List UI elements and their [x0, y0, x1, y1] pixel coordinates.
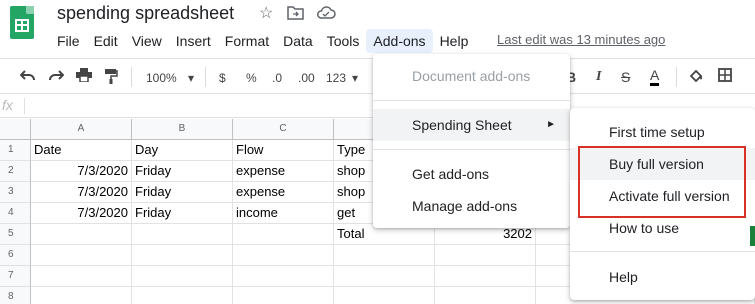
grid-cell[interactable]: [31, 266, 132, 287]
annotation-highlight-box: [578, 146, 746, 218]
submenu-arrow-icon: ►: [546, 119, 556, 130]
menu-edit[interactable]: Edit: [87, 29, 125, 53]
text-color-button[interactable]: A: [650, 68, 660, 86]
grid-cell[interactable]: [435, 287, 536, 304]
star-icon[interactable]: ☆: [259, 5, 273, 23]
menu-file[interactable]: File: [50, 29, 87, 53]
grid-cell[interactable]: [132, 245, 233, 266]
menu-item-get-addons[interactable]: Get add-ons: [373, 158, 570, 190]
menu-view[interactable]: View: [125, 29, 169, 53]
zoom-select[interactable]: 100%: [146, 69, 177, 87]
decrease-decimal-button[interactable]: .0: [272, 69, 282, 87]
menu-item-help[interactable]: Help: [570, 261, 755, 293]
document-title[interactable]: spending spreadsheet: [57, 3, 234, 24]
chevron-down-icon[interactable]: ▾: [352, 69, 358, 87]
print-icon[interactable]: [76, 68, 92, 86]
menu-item-first-time-setup[interactable]: First time setup: [570, 116, 755, 148]
grid-cell[interactable]: 7/3/2020: [31, 182, 132, 203]
grid-cell[interactable]: [334, 245, 435, 266]
menu-help[interactable]: Help: [433, 29, 476, 53]
menu-format[interactable]: Format: [218, 29, 276, 53]
grid-cell[interactable]: [334, 287, 435, 304]
row-header[interactable]: 8: [0, 287, 31, 304]
grid-cell[interactable]: [31, 287, 132, 304]
move-to-folder-icon[interactable]: [287, 5, 304, 25]
row-header[interactable]: 3: [0, 182, 31, 203]
strikethrough-button[interactable]: S: [621, 68, 630, 86]
app-header: spending spreadsheet ☆ File Edit View In…: [0, 0, 755, 58]
grid-cell[interactable]: [132, 266, 233, 287]
grid-cell[interactable]: expense: [233, 182, 334, 203]
menu-insert[interactable]: Insert: [169, 29, 218, 53]
row-header[interactable]: 1: [0, 140, 31, 161]
row-header[interactable]: 5: [0, 224, 31, 245]
grid-cell[interactable]: [435, 245, 536, 266]
column-header-c[interactable]: C: [233, 119, 334, 140]
grid-cell[interactable]: income: [233, 203, 334, 224]
increase-decimal-button[interactable]: .00: [298, 69, 315, 87]
chevron-down-icon[interactable]: ▾: [188, 69, 194, 87]
borders-icon[interactable]: [718, 68, 732, 86]
fx-icon: fx: [2, 97, 13, 113]
grid-cell[interactable]: [132, 224, 233, 245]
menu-item-manage-addons[interactable]: Manage add-ons: [373, 190, 570, 222]
grid-cell[interactable]: Day: [132, 140, 233, 161]
addons-menu: Document add-ons Spending Sheet ► Get ad…: [373, 54, 570, 228]
grid-cell[interactable]: 7/3/2020: [31, 203, 132, 224]
grid-cell[interactable]: [31, 224, 132, 245]
redo-icon[interactable]: [48, 68, 65, 86]
grid-cell[interactable]: [435, 266, 536, 287]
grid-cell[interactable]: Friday: [132, 182, 233, 203]
undo-icon[interactable]: [19, 68, 36, 86]
column-header-b[interactable]: B: [132, 119, 233, 140]
menu-bar: File Edit View Insert Format Data Tools …: [50, 29, 475, 53]
grid-cell[interactable]: [233, 224, 334, 245]
side-panel-edge: [750, 226, 755, 246]
column-header-a[interactable]: A: [31, 119, 132, 140]
select-all-corner[interactable]: [0, 119, 31, 140]
fill-color-icon[interactable]: [688, 68, 704, 88]
more-formats-button[interactable]: 123: [326, 69, 346, 87]
percent-format-button[interactable]: %: [246, 69, 257, 87]
grid-cell[interactable]: Friday: [132, 203, 233, 224]
grid-cell[interactable]: 7/3/2020: [31, 161, 132, 182]
grid-cell[interactable]: [233, 287, 334, 304]
menu-item-spending-sheet[interactable]: Spending Sheet ►: [373, 109, 570, 141]
paint-format-icon[interactable]: [104, 68, 118, 88]
grid-cell[interactable]: expense: [233, 161, 334, 182]
grid-cell[interactable]: Flow: [233, 140, 334, 161]
grid-cell[interactable]: [233, 266, 334, 287]
row-header[interactable]: 6: [0, 245, 31, 266]
grid-cell[interactable]: Friday: [132, 161, 233, 182]
row-header[interactable]: 2: [0, 161, 31, 182]
sheets-logo-icon[interactable]: [10, 6, 34, 39]
grid-cell[interactable]: Date: [31, 140, 132, 161]
grid-cell[interactable]: [233, 245, 334, 266]
grid-cell[interactable]: [132, 287, 233, 304]
menu-data[interactable]: Data: [276, 29, 320, 53]
cloud-status-icon[interactable]: [316, 5, 336, 25]
row-header[interactable]: 4: [0, 203, 31, 224]
grid-cell[interactable]: [31, 245, 132, 266]
menu-add-ons[interactable]: Add-ons: [366, 29, 433, 53]
last-edit-link[interactable]: Last edit was 13 minutes ago: [497, 32, 665, 47]
menu-item-document-addons: Document add-ons: [412, 68, 531, 84]
italic-button[interactable]: I: [596, 68, 601, 86]
row-header[interactable]: 7: [0, 266, 31, 287]
menu-item-label: Spending Sheet: [412, 117, 512, 133]
grid-cell[interactable]: [334, 266, 435, 287]
currency-format-button[interactable]: $: [219, 69, 226, 87]
menu-tools[interactable]: Tools: [320, 29, 367, 53]
